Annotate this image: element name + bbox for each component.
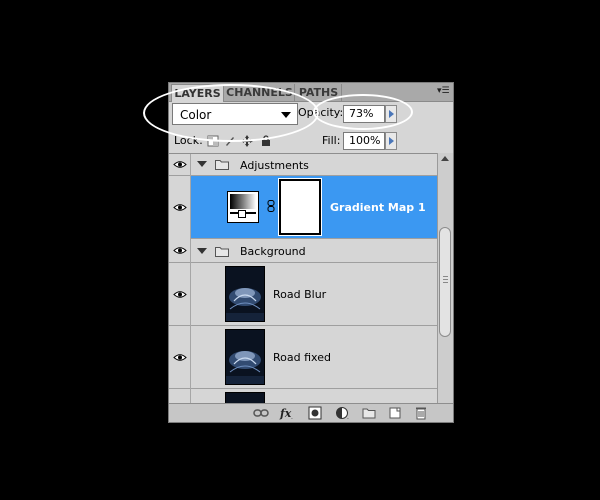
eye-icon [173,247,187,254]
layers-scrollbar[interactable] [437,153,453,403]
layer-road-blur[interactable]: Road Blur [169,263,437,326]
layer-name: Background [240,245,306,258]
fill-label: Fill: [322,134,341,147]
layer-name: Adjustments [240,159,309,172]
visibility-toggle[interactable] [169,176,191,239]
layer-thumbnail [225,329,265,385]
expand-triangle-icon[interactable] [197,248,207,254]
folder-icon [215,247,229,257]
layer-road-fixed[interactable]: Road fixed [169,326,437,389]
layer-gradient-map[interactable]: Gradient Map 1 [169,176,437,239]
visibility-toggle[interactable] [169,154,191,176]
new-group-icon[interactable] [361,406,377,420]
svg-text:.: . [347,414,349,420]
svg-text:.: . [291,414,293,420]
layer-name: Road fixed [273,351,331,364]
fx-icon[interactable]: fx. [279,406,295,420]
link-layers-icon[interactable] [253,406,269,420]
scroll-thumb[interactable] [439,227,451,337]
fill-slider-button[interactable] [385,132,397,150]
layers-list: Adjustments Gradient Map 1 Background Ro… [169,153,437,404]
layer-group-adjustments[interactable]: Adjustments [169,154,437,176]
layer-name: Gradient Map 1 [330,201,426,214]
chain-link-icon[interactable] [267,200,275,212]
layer-group-background[interactable]: Background [169,239,437,263]
layer-partial[interactable] [169,389,437,404]
grip-line [443,276,448,277]
play-arrow-icon [389,137,394,145]
eye-icon [173,354,187,361]
grip-line [443,279,448,280]
visibility-toggle[interactable] [169,389,191,404]
svg-text:fx: fx [279,407,292,420]
layer-name: Road Blur [273,288,327,301]
folder-icon [215,160,229,170]
layers-bottom-toolbar: fx. . [169,403,453,422]
delete-layer-icon[interactable] [413,406,429,420]
eye-icon [173,204,187,211]
visibility-toggle[interactable] [169,263,191,326]
layer-mask-thumbnail[interactable] [278,178,322,236]
eye-icon [173,291,187,298]
visibility-toggle[interactable] [169,239,191,263]
add-mask-icon[interactable] [307,406,323,420]
road-image-icon [226,267,264,321]
blend-mode-callout [143,84,319,142]
fill-field[interactable]: 100% [343,132,385,150]
panel-menu-icon[interactable]: ▾☰ [437,86,450,96]
road-image-icon [226,330,264,384]
new-layer-icon[interactable] [387,406,403,420]
scroll-up-arrow-icon[interactable] [441,156,449,161]
eye-icon [173,161,187,168]
grip-line [443,282,448,283]
new-adjustment-icon[interactable]: . [335,406,351,420]
layer-thumbnail [225,266,265,322]
visibility-toggle[interactable] [169,326,191,389]
opacity-callout [313,94,413,130]
gradient-map-icon [227,191,259,223]
expand-triangle-icon[interactable] [197,161,207,167]
